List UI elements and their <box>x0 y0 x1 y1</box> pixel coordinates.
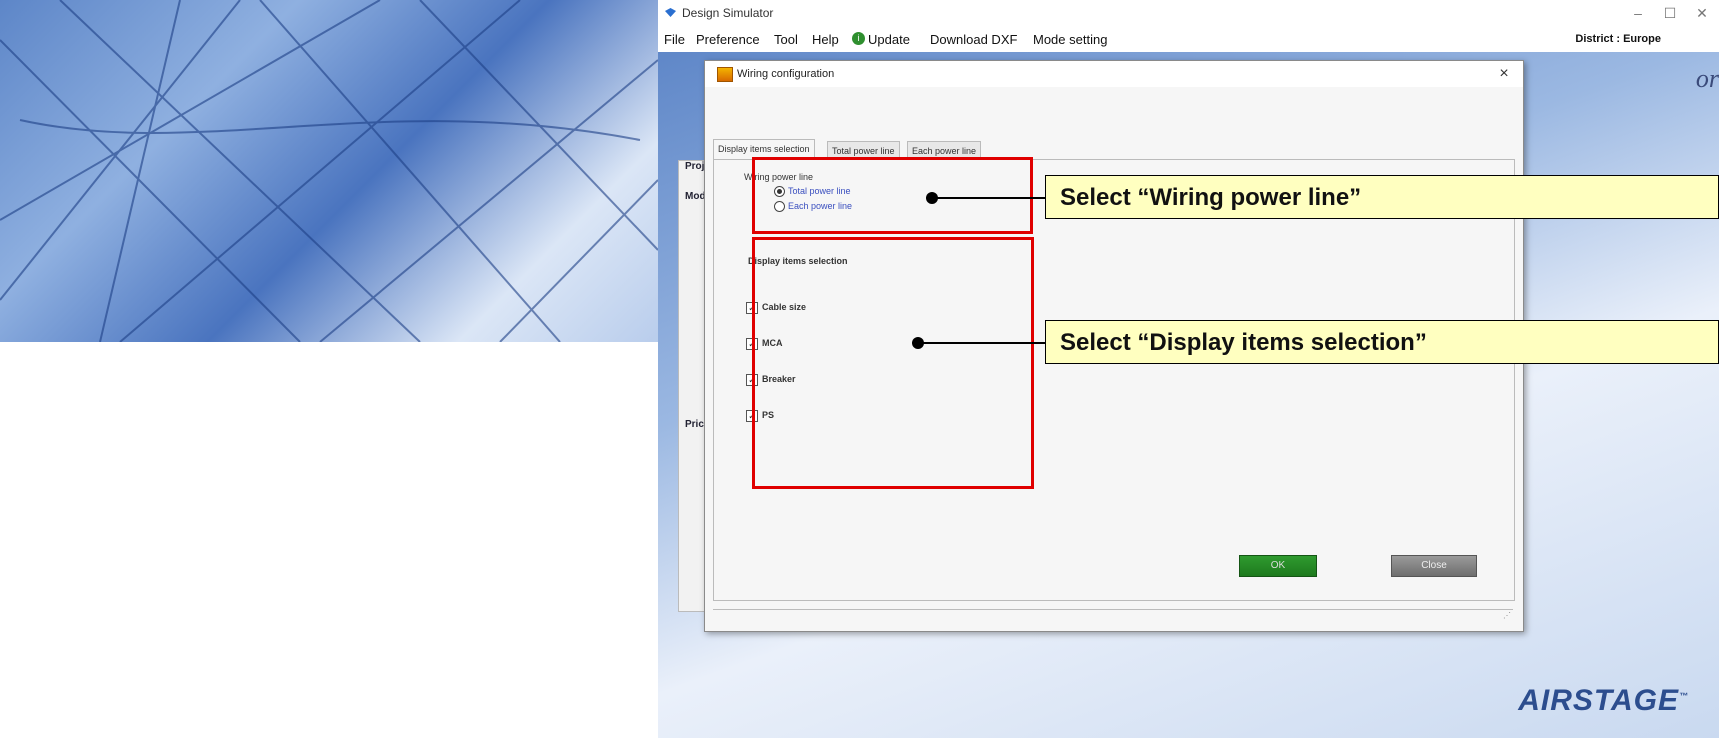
dialog-close-icon[interactable]: × <box>1493 63 1515 85</box>
menu-update[interactable]: Update <box>868 32 910 47</box>
callout2-leader <box>922 342 1046 344</box>
info-circle-icon: i <box>852 32 865 45</box>
window-titlebar: Design Simulator – ☐ ✕ <box>658 0 1719 26</box>
ok-button[interactable]: OK <box>1239 555 1317 577</box>
airstage-logo: AIRSTAGE™ <box>1518 684 1689 717</box>
highlight-display-items-selection <box>752 237 1034 489</box>
menu-help[interactable]: Help <box>812 32 839 47</box>
app-icon <box>665 8 676 17</box>
window-title: Design Simulator <box>682 6 774 20</box>
callout1-leader <box>936 197 1046 199</box>
banner-title-fragment: or <box>1695 64 1719 93</box>
dialog-title: Wiring configuration <box>737 68 835 80</box>
callout-wiring-power-line: Select “Wiring power line” <box>1045 175 1719 219</box>
dialog-titlebar: Wiring configuration × <box>705 61 1523 87</box>
menu-file[interactable]: File <box>664 32 685 47</box>
side-label-price: Pric <box>685 419 704 430</box>
side-label-project: Proj <box>685 161 705 172</box>
wire-lines-decoration <box>0 0 658 342</box>
menu-download-dxf[interactable]: Download DXF <box>930 32 1017 47</box>
maximize-button[interactable]: ☐ <box>1655 2 1685 24</box>
close-button[interactable]: Close <box>1391 555 1477 577</box>
district-label: District : Europe <box>1575 33 1661 45</box>
resize-grip-icon[interactable]: ⋰ <box>1503 611 1511 620</box>
left-background-image <box>0 0 658 342</box>
side-label-model: Mod <box>685 191 706 202</box>
callout-display-items-selection: Select “Display items selection” <box>1045 320 1719 364</box>
menu-tool[interactable]: Tool <box>774 32 798 47</box>
highlight-wiring-power-line <box>752 157 1033 234</box>
wiring-icon <box>717 67 733 82</box>
menu-bar: File Preference Tool Help i Update Downl… <box>658 26 1719 52</box>
menu-mode-setting[interactable]: Mode setting <box>1033 32 1107 47</box>
window-close-button[interactable]: ✕ <box>1687 2 1717 24</box>
minimize-button[interactable]: – <box>1623 2 1653 24</box>
menu-preference[interactable]: Preference <box>696 32 760 47</box>
dialog-status-bar: ⋰ <box>713 609 1513 622</box>
